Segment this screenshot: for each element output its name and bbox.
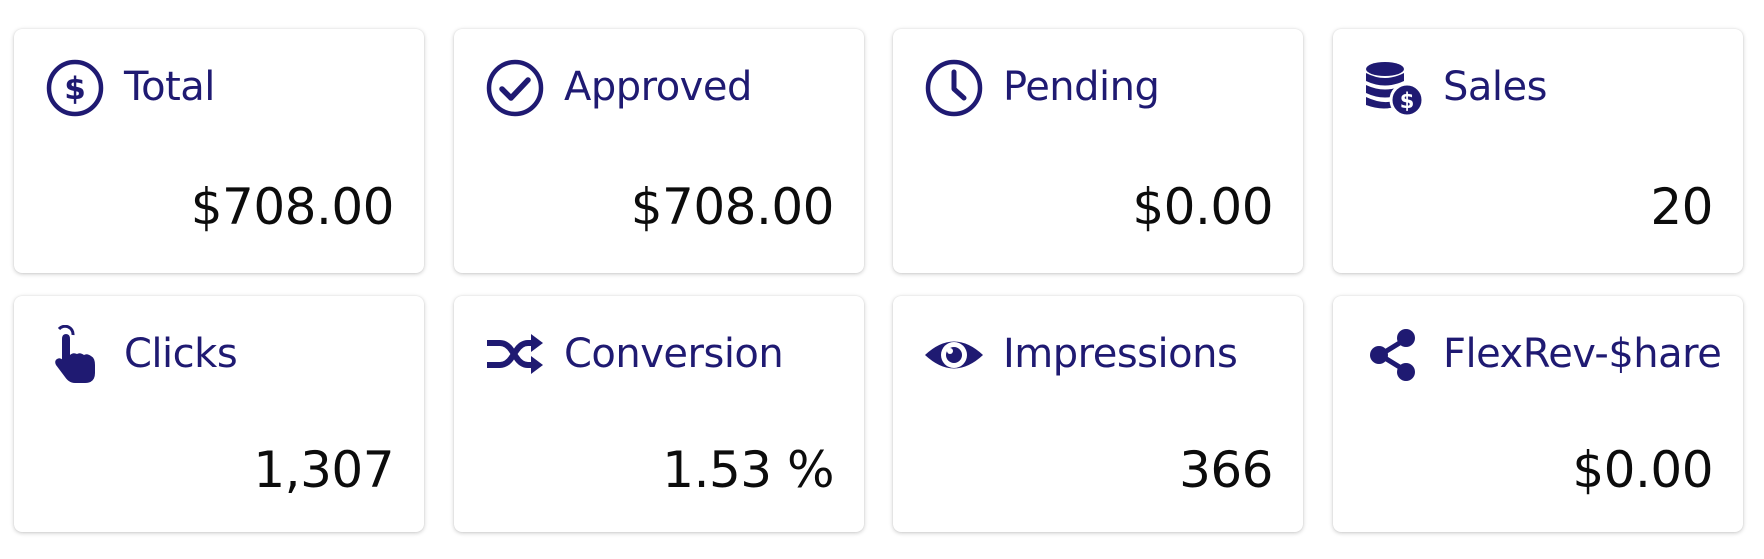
stat-value: 1,307	[253, 441, 394, 499]
stat-card-approved: Approved $708.00	[454, 29, 864, 273]
stat-value: 1.53 %	[662, 441, 834, 499]
stat-value: $0.00	[1132, 178, 1273, 236]
stat-card-clicks: Clicks 1,307	[14, 296, 424, 532]
stat-value: $708.00	[190, 178, 395, 236]
stat-value: $0.00	[1572, 441, 1713, 499]
stat-label: Impressions	[1003, 331, 1238, 377]
stat-card-conversion: Conversion 1.53 %	[454, 296, 864, 532]
stat-value: 20	[1650, 178, 1713, 236]
stat-label: FlexRev-$hare	[1443, 331, 1722, 377]
stat-label: Approved	[564, 64, 752, 110]
stat-value: $708.00	[630, 178, 835, 236]
svg-text:$: $	[1400, 89, 1415, 113]
dollar-circle-icon: $	[44, 57, 106, 119]
stat-card-pending: Pending $0.00	[893, 29, 1303, 273]
check-circle-icon	[484, 57, 546, 119]
stat-label: Sales	[1443, 64, 1547, 110]
stat-card-sales: $ Sales 20	[1333, 29, 1743, 273]
coins-dollar-icon: $	[1363, 57, 1425, 119]
stat-card-flexrev-share: FlexRev-$hare $0.00	[1333, 296, 1743, 532]
svg-text:$: $	[64, 71, 86, 107]
clock-icon	[923, 57, 985, 119]
stat-label: Total	[124, 64, 215, 110]
stat-label: Clicks	[124, 331, 238, 377]
shuffle-icon	[484, 324, 546, 386]
stat-label: Pending	[1003, 64, 1160, 110]
share-icon	[1363, 324, 1425, 386]
stat-card-total: $ Total $708.00	[14, 29, 424, 273]
stat-card-impressions: Impressions 366	[893, 296, 1303, 532]
pointer-hand-icon	[44, 324, 106, 386]
eye-icon	[923, 324, 985, 386]
stat-label: Conversion	[564, 331, 784, 377]
stat-value: 366	[1179, 441, 1273, 499]
